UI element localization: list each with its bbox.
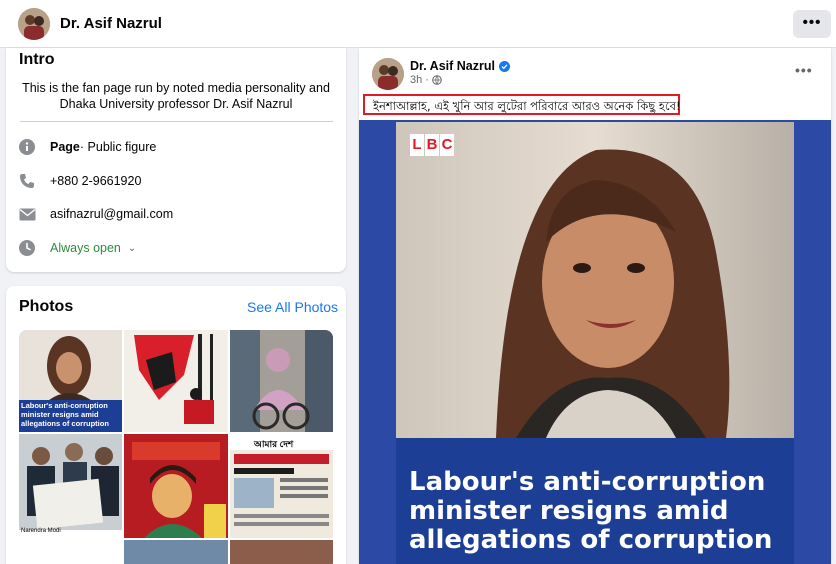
phone-number[interactable]: +880 2-9661920	[50, 174, 141, 188]
post-photo: L B C	[396, 122, 794, 438]
hours-status[interactable]: Always open	[50, 241, 121, 255]
photo-tile[interactable]	[124, 540, 228, 564]
logo-letter: L	[410, 134, 424, 156]
see-all-photos-link[interactable]: See All Photos	[247, 299, 338, 315]
intro-phone-row: +880 2-9661920	[18, 171, 141, 191]
photo-tile[interactable]	[230, 540, 333, 564]
post-text-highlight: ইনশাআল্লাহ, এই খুনি আর লুটেরা পরিবারে আর…	[363, 94, 681, 115]
photo-caption: Labour's anti-corruption minister resign…	[21, 401, 109, 428]
post-author-avatar[interactable]	[372, 58, 404, 90]
globe-icon	[432, 75, 442, 85]
photo-tile[interactable]: আমার দেশ	[230, 434, 333, 538]
email-address[interactable]: asifnazrul@gmail.com	[50, 207, 173, 221]
photo-label: আমার দেশ	[254, 439, 294, 449]
photos-grid: Labour's anti-corruption minister resign…	[19, 330, 333, 564]
lbc-logo: L B C	[410, 134, 455, 156]
intro-title: Intro	[19, 51, 55, 68]
verified-badge-icon	[498, 60, 510, 72]
intro-email-row: asifnazrul@gmail.com	[18, 204, 173, 224]
post-timestamp[interactable]: 3h ·	[410, 74, 442, 86]
image-headline: Labour's anti-corruption minister resign…	[409, 467, 773, 555]
intro-hours-row[interactable]: Always open ⌄	[18, 238, 136, 258]
post-author-name[interactable]: Dr. Asif Nazrul	[410, 59, 495, 73]
photo-tile[interactable]: Labour's anti-corruption minister resign…	[19, 330, 122, 432]
post-text: ইনশাআল্লাহ, এই খুনি আর লুটেরা পরিবারে আর…	[373, 99, 681, 113]
chevron-down-icon[interactable]: ⌄	[128, 243, 136, 254]
intro-card: Intro This is the fan page run by noted …	[6, 48, 346, 272]
post-options-button[interactable]: •••	[795, 62, 813, 78]
category-label: · Public figure	[79, 140, 157, 154]
photo-tile[interactable]: Narendra Modi	[19, 434, 122, 538]
more-options-button[interactable]: •••	[793, 10, 831, 38]
photo-tile[interactable]	[230, 330, 333, 432]
photo-label: Narendra Modi	[21, 528, 61, 534]
intro-category-row: Page · Public figure	[18, 137, 156, 157]
photos-title: Photos	[19, 298, 74, 315]
clock-icon	[18, 239, 36, 257]
page-title[interactable]: Dr. Asif Nazrul	[60, 15, 162, 32]
logo-letter: C	[440, 134, 454, 156]
photos-card: Photos See All Photos Labour's anti-corr…	[6, 286, 346, 564]
photo-tile[interactable]	[124, 330, 228, 432]
post-image[interactable]: L B C Labour's anti-corruption minister …	[359, 120, 831, 564]
post-time[interactable]: 3h ·	[410, 74, 429, 86]
phone-icon	[18, 172, 36, 190]
intro-divider	[20, 121, 333, 122]
post-card: Dr. Asif Nazrul 3h · ••• ইনশাআল্লাহ, এই …	[359, 48, 831, 564]
mail-icon	[18, 205, 36, 223]
page-type-label: Page	[50, 140, 80, 154]
intro-description: This is the fan page run by noted media …	[22, 81, 330, 111]
logo-letter: B	[425, 134, 439, 156]
info-icon	[18, 138, 36, 156]
photo-tile[interactable]	[124, 434, 228, 538]
post-author[interactable]: Dr. Asif Nazrul	[410, 59, 510, 73]
page-header: Dr. Asif Nazrul •••	[0, 0, 836, 48]
page-avatar[interactable]	[18, 8, 50, 40]
